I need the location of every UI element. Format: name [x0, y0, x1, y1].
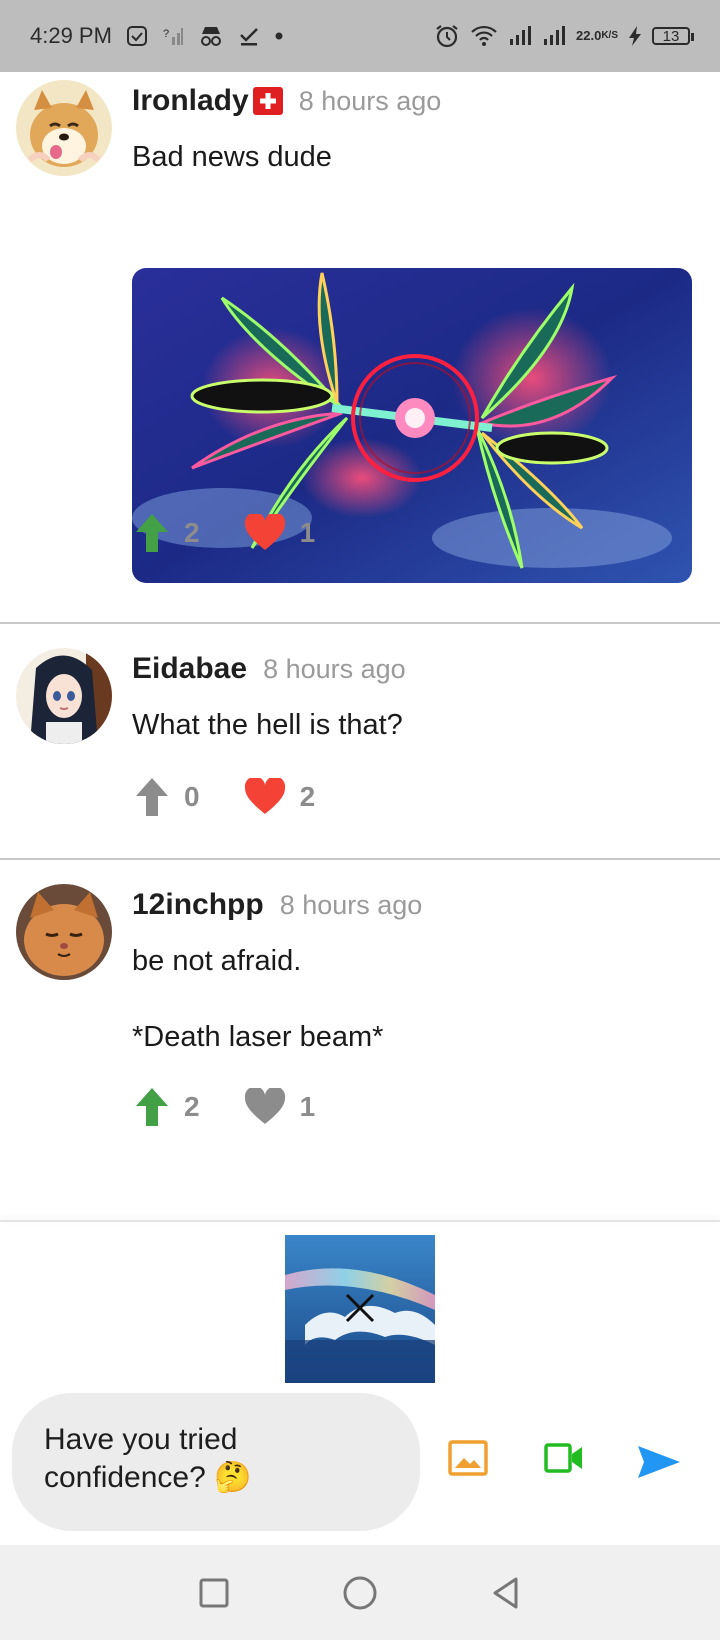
alarm-icon: [434, 23, 460, 49]
battery-level: 13: [662, 27, 680, 45]
add-video-button[interactable]: [544, 1440, 584, 1481]
incognito-icon: [198, 25, 224, 47]
home-button[interactable]: [342, 1575, 378, 1611]
heart-icon: [244, 778, 286, 816]
heart-icon: [244, 1088, 286, 1126]
charging-icon: [628, 25, 642, 47]
composer-divider: [0, 1220, 720, 1222]
divider: [0, 858, 720, 860]
attachment-preview[interactable]: [285, 1235, 435, 1383]
like-count: 2: [299, 781, 316, 812]
send-icon: [636, 1444, 682, 1480]
checkbox-icon: [126, 25, 148, 47]
remove-attachment-icon[interactable]: [343, 1291, 377, 1325]
upvote-button[interactable]: 2: [134, 512, 200, 554]
divider: [0, 622, 720, 624]
avatar[interactable]: [16, 884, 112, 980]
net-speed-unit: K/S: [601, 30, 618, 41]
upvote-count: 2: [184, 517, 200, 548]
arrow-up-icon: [134, 1086, 170, 1128]
like-button[interactable]: 1: [244, 514, 316, 552]
upvote-count: 0: [184, 781, 200, 812]
battery-icon: 13: [652, 27, 694, 45]
comment-username[interactable]: Eidabae: [132, 652, 247, 686]
comment-timestamp: 8 hours ago: [279, 890, 423, 920]
dot-icon: [274, 31, 284, 41]
comment-input[interactable]: Have you tried confidence? 🤔: [12, 1393, 420, 1531]
system-nav-bar: [0, 1545, 720, 1640]
avatar[interactable]: [16, 648, 112, 744]
comment-text: be not afraid. *Death laser beam*: [132, 945, 384, 1053]
like-button[interactable]: 2: [244, 778, 316, 816]
like-count: 1: [299, 517, 316, 548]
arrow-up-icon: [134, 776, 170, 818]
send-button[interactable]: [636, 1444, 682, 1485]
comment-username[interactable]: Ironlady: [132, 84, 283, 118]
comment-timestamp: 8 hours ago: [298, 86, 442, 116]
upvote-button[interactable]: 2: [134, 1086, 200, 1128]
comment-timestamp: 8 hours ago: [263, 654, 406, 684]
username-text: Ironlady: [132, 84, 249, 117]
arrow-up-icon: [134, 512, 170, 554]
net-speed-value: 22.0: [576, 28, 602, 43]
comment-input-text: Have you tried confidence? 🤔: [44, 1423, 252, 1494]
signal-icon-sim2: [542, 25, 566, 47]
image-icon: [448, 1440, 488, 1476]
video-icon: [544, 1440, 584, 1476]
add-image-button[interactable]: [448, 1440, 488, 1481]
svg-text:?: ?: [163, 28, 169, 40]
comment-username[interactable]: 12inchpp: [132, 888, 264, 922]
back-button[interactable]: [490, 1576, 522, 1610]
status-bar: 4:29 PM ? 22.0 K/S 13: [0, 0, 720, 72]
upvote-button[interactable]: 0: [134, 776, 200, 818]
no-signal-icon: ?: [162, 25, 184, 47]
signal-icon-sim1: [508, 25, 532, 47]
swiss-flag-icon: [252, 87, 283, 115]
upvote-count: 2: [184, 1091, 200, 1122]
wifi-icon: [470, 24, 498, 48]
recents-button[interactable]: [198, 1577, 230, 1609]
heart-icon: [244, 514, 286, 552]
like-button[interactable]: 1: [244, 1088, 316, 1126]
avatar[interactable]: [16, 80, 112, 176]
comment-text: Bad news dude: [132, 141, 332, 173]
like-count: 1: [299, 1091, 316, 1122]
download-done-icon: [238, 25, 260, 47]
net-speed: 22.0 K/S: [576, 28, 618, 43]
comment-text: What the hell is that?: [132, 709, 403, 741]
status-time: 4:29 PM: [30, 23, 112, 48]
